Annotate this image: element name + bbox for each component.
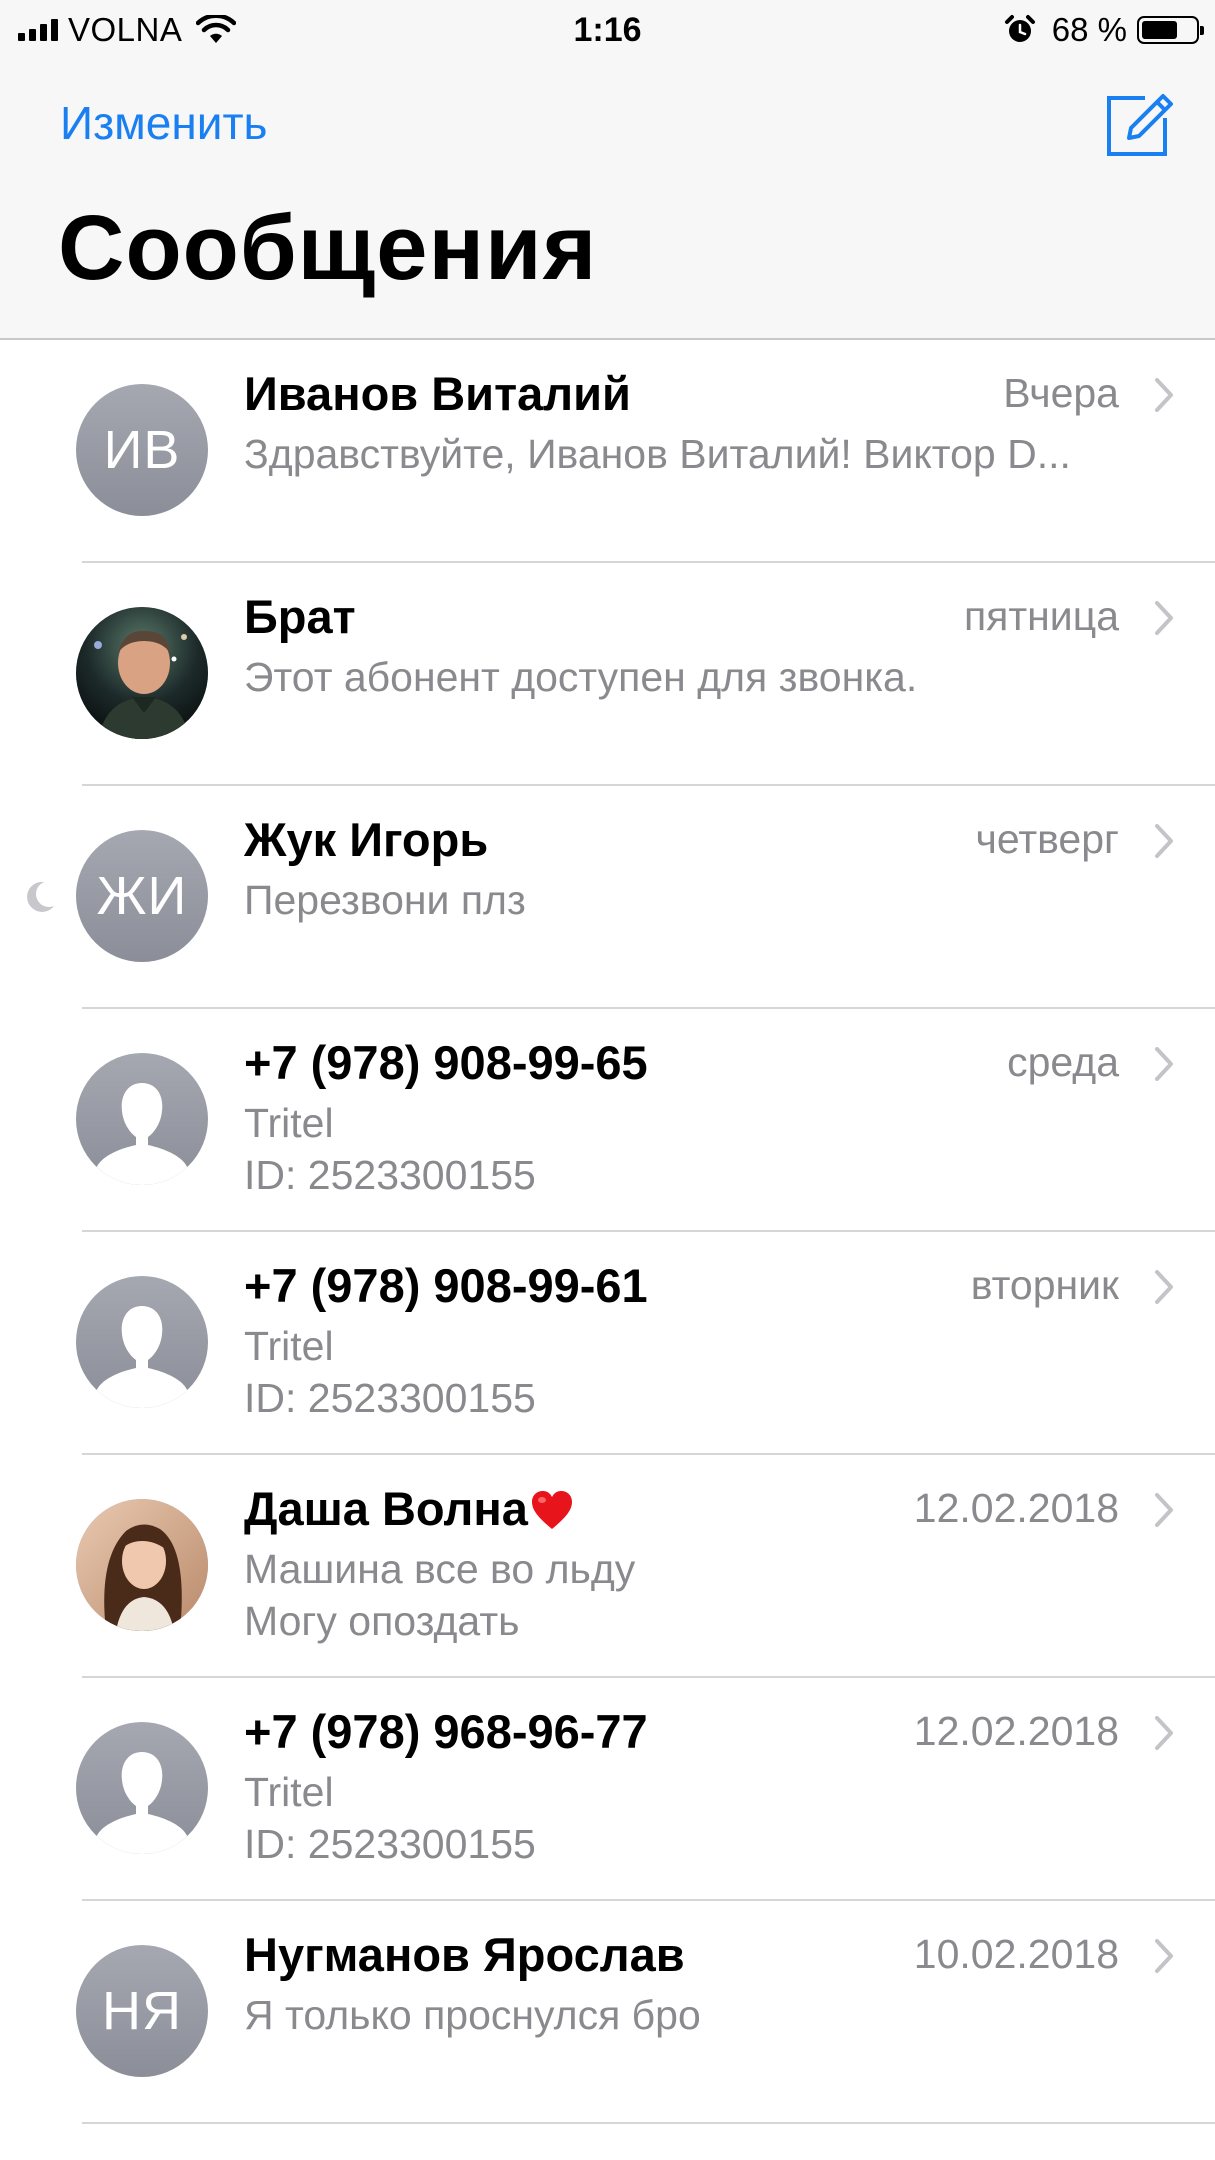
message-date: вторник — [970, 1262, 1119, 1308]
preview-line: Tritel — [244, 1323, 334, 1369]
preview-line: ID: 2523300155 — [244, 1821, 536, 1867]
conversation-row[interactable]: Даша Волна 12.02.2018 Машина все во льду… — [0, 1455, 1215, 1678]
avatar: ЖИ — [76, 830, 208, 962]
message-date: среда — [1007, 1039, 1119, 1085]
person-photo-icon — [76, 607, 208, 739]
message-preview: Tritel ID: 2523300155 — [244, 1320, 1155, 1424]
contact-name: Даша Волна — [244, 1481, 574, 1536]
message-date: четверг — [975, 816, 1119, 862]
message-preview: Машина все во льду Могу опоздать — [244, 1543, 1155, 1647]
preview-line: Tritel — [244, 1769, 334, 1815]
chevron-right-icon — [1155, 1047, 1173, 1081]
chevron-right-icon — [1155, 601, 1173, 635]
compose-icon[interactable] — [1101, 86, 1175, 160]
avatar: НЯ — [76, 1945, 208, 2077]
preview-line: Я только проснулся бро — [244, 1992, 701, 2038]
chevron-right-icon — [1155, 1270, 1173, 1304]
message-date: Вчера — [1003, 370, 1119, 416]
person-photo-icon — [76, 1499, 208, 1631]
preview-line: ID: 2523300155 — [244, 1375, 536, 1421]
row-separator — [82, 2122, 1215, 2124]
preview-line: Машина все во льду — [244, 1546, 636, 1592]
edit-button[interactable]: Изменить — [60, 96, 268, 150]
avatar-photo — [76, 1499, 208, 1631]
avatar-silhouette — [76, 1722, 208, 1854]
preview-line: Здравствуйте, Иванов Виталий! Виктор D..… — [244, 431, 1071, 477]
conversation-row[interactable]: +7 (978) 968-96-77 12.02.2018 Tritel ID:… — [0, 1678, 1215, 1901]
message-preview: Я только проснулся бро — [244, 1989, 1155, 2041]
avatar-silhouette — [76, 1053, 208, 1185]
preview-line: Этот абонент доступен для звонка. — [244, 654, 918, 700]
contact-name-text: Даша Волна — [244, 1482, 528, 1535]
conversation-row[interactable]: ЖИ Жук Игорь четверг Перезвони плз — [0, 786, 1215, 1009]
chevron-right-icon — [1155, 824, 1173, 858]
message-preview: Tritel ID: 2523300155 — [244, 1097, 1155, 1201]
status-right: 68 % — [1004, 8, 1204, 52]
message-date: пятница — [963, 593, 1119, 639]
conversation-row[interactable]: Брат пятница Этот абонент доступен для з… — [0, 563, 1215, 786]
contact-name: +7 (978) 908-99-61 — [244, 1259, 648, 1312]
message-preview: Здравствуйте, Иванов Виталий! Виктор D..… — [244, 428, 1155, 480]
page-title: Сообщения — [58, 197, 598, 299]
person-silhouette-icon — [96, 1083, 188, 1185]
conversation-row[interactable]: +7 (978) 908-99-65 среда Tritel ID: 2523… — [0, 1009, 1215, 1232]
conversation-row[interactable]: ИВ Иванов Виталий Вчера Здравствуйте, Ив… — [0, 340, 1215, 563]
chevron-right-icon — [1155, 1716, 1173, 1750]
contact-name: +7 (978) 908-99-65 — [244, 1036, 648, 1089]
battery-percent: 68 % — [1051, 11, 1127, 48]
message-preview: Tritel ID: 2523300155 — [244, 1766, 1155, 1870]
message-date: 12.02.2018 — [913, 1708, 1119, 1754]
avatar: ИВ — [76, 384, 208, 516]
alarm-icon — [1004, 15, 1035, 42]
preview-line: Tritel — [244, 1100, 334, 1146]
contact-name: Жук Игорь — [244, 813, 489, 866]
contact-name: Нугманов Ярослав — [244, 1928, 685, 1981]
contact-name: Иванов Виталий — [244, 367, 631, 420]
navigation-header: Изменить Сообщения — [0, 60, 1215, 340]
battery-level — [1142, 21, 1178, 39]
conversation-list: ИВ Иванов Виталий Вчера Здравствуйте, Ив… — [0, 340, 1215, 2124]
heart-icon — [531, 1491, 572, 1529]
person-silhouette-icon — [96, 1306, 188, 1408]
avatar-photo — [76, 607, 208, 739]
message-date: 12.02.2018 — [913, 1485, 1119, 1531]
message-preview: Этот абонент доступен для звонка. — [244, 651, 1155, 703]
conversation-row[interactable]: НЯ Нугманов Ярослав 10.02.2018 Я только … — [0, 1901, 1215, 2124]
contact-name: Брат — [244, 590, 356, 643]
conversation-row[interactable]: +7 (978) 908-99-61 вторник Tritel ID: 25… — [0, 1232, 1215, 1455]
contact-name: +7 (978) 968-96-77 — [244, 1705, 648, 1758]
preview-line: ID: 2523300155 — [244, 1152, 536, 1198]
chevron-right-icon — [1155, 378, 1173, 412]
do-not-disturb-moon-icon — [27, 881, 54, 912]
status-bar: VOLNA 1:16 68 % — [0, 0, 1215, 60]
chevron-right-icon — [1155, 1939, 1173, 1973]
avatar-silhouette — [76, 1276, 208, 1408]
chevron-right-icon — [1155, 1493, 1173, 1527]
person-silhouette-icon — [96, 1752, 188, 1854]
preview-line: Перезвони плз — [244, 877, 526, 923]
preview-line: Могу опоздать — [244, 1598, 520, 1644]
message-preview: Перезвони плз — [244, 874, 1155, 926]
battery-icon — [1137, 16, 1204, 44]
message-date: 10.02.2018 — [913, 1931, 1119, 1977]
